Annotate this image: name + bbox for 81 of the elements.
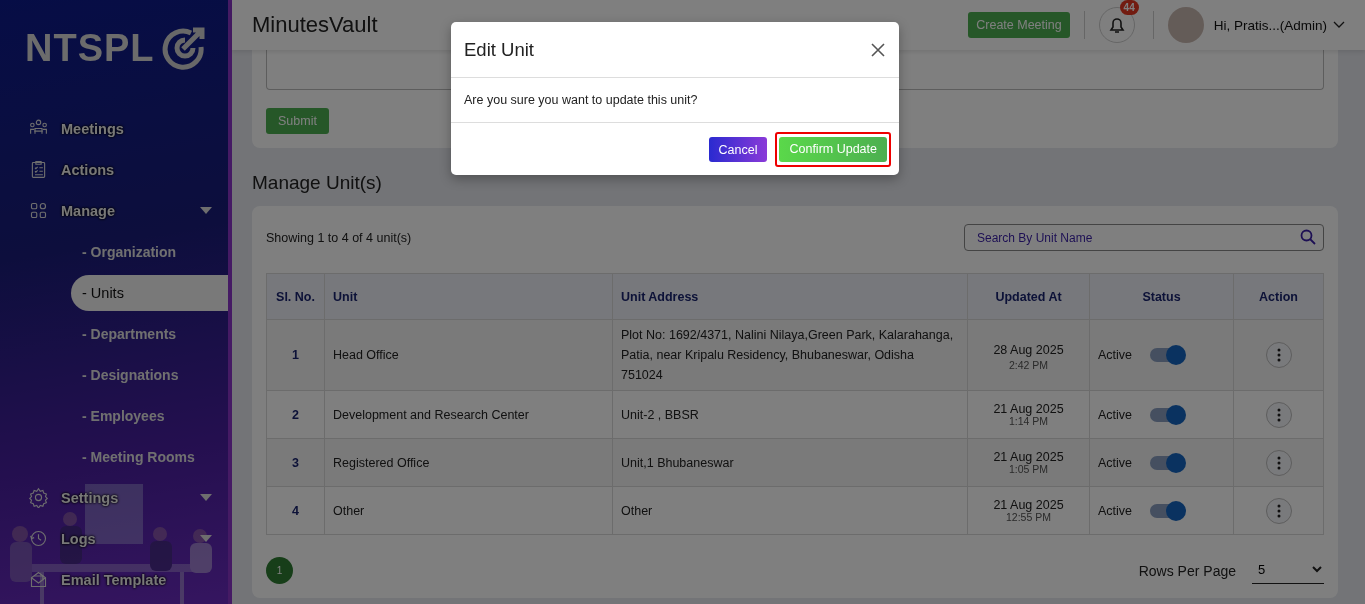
grid-icon [28,200,49,221]
status-toggle[interactable] [1150,348,1185,362]
table-cell: Plot No: 1692/4371, Nalini Nilaya,Green Park, Kalarahanga, Patia, near Kripalu Residency, Bhubaneswar, Odisha 751024 [612,319,968,391]
sidebar-item[interactable]: Email Template [0,559,228,600]
time-text: 1:14 PM [1007,416,1050,427]
table-cell: Unit,1 Bhubaneswar [612,438,968,487]
target-arrow-logo-icon [160,25,207,71]
rows-per-page-select[interactable]: 5 [1252,557,1324,584]
more-vertical-icon [1276,348,1281,362]
submit-button[interactable]: Submit [266,108,329,134]
sidebar-subitem[interactable]: - Organization [0,231,228,272]
date-text: 21 Aug 2025 [992,498,1065,512]
more-vertical-icon [1276,407,1281,422]
sidebar-item[interactable]: Actions [0,149,228,190]
search-field[interactable]: Search By Unit Name [964,224,1324,251]
envelope-icon [28,569,49,590]
more-actions-button[interactable] [1265,449,1292,476]
column-header: Status [1089,273,1234,320]
sidebar-subitem[interactable]: - Employees [0,395,228,436]
table-cell: 4 [266,486,325,535]
more-vertical-icon [1276,455,1281,470]
gear-icon [28,487,49,508]
table-cell: 2 [266,390,325,439]
page-button[interactable]: 1 [266,557,293,584]
date-text: 21 Aug 2025 [992,450,1065,464]
status-toggle[interactable] [1150,455,1185,470]
more-vertical-icon [1276,503,1281,518]
chevron-down-icon [1333,21,1345,29]
table-cell: Other [324,486,613,535]
section-title: Manage Unit(s) [252,172,383,194]
column-header: Unit [324,273,613,320]
column-header: Action [1233,273,1324,320]
search-icon [1300,229,1316,245]
sidebar-subitem[interactable]: - Units [71,275,228,311]
date-text: 28 Aug 2025 [992,341,1065,359]
cancel-button[interactable]: Cancel [708,136,768,162]
table-cell: Registered Office [324,438,613,487]
status-text: Active [1098,347,1133,364]
table-cell: 3 [266,438,325,487]
clock-icon [28,528,49,549]
status-toggle[interactable] [1150,407,1185,422]
user-menu[interactable]: Hi, Pratis...(Admin) [1213,17,1345,33]
sidebar-item[interactable]: Settings [0,477,228,518]
avatar [1167,7,1204,43]
notification-count-badge: 44 [1119,0,1139,15]
status-toggle[interactable] [1150,503,1185,518]
chevron-down-icon [1312,565,1322,573]
sidebar-item[interactable]: Logs [0,518,228,559]
close-button[interactable] [870,41,886,58]
status-text: Active [1098,455,1133,470]
status-text: Active [1098,503,1133,518]
sidebar-item[interactable]: Manage [0,190,228,231]
time-text: 1:05 PM [1007,464,1050,475]
results-summary: Showing 1 to 4 of 4 unit(s) [266,230,412,245]
status-text: Active [1098,407,1133,422]
sidebar-subitem[interactable]: - Meeting Rooms [0,436,228,477]
close-icon [870,41,886,58]
table-cell: 1 [266,319,325,391]
confirm-button[interactable]: Confirm Update [775,131,891,167]
column-header: Updated At [967,273,1090,320]
dialog-message: Are you sure you want to update this unit? [451,78,899,123]
column-header: Sl. No. [266,273,325,320]
table-cell: Other [612,486,968,535]
app-title: MinutesVault [252,12,379,38]
table-cell: Development and Research Center [324,390,613,439]
more-actions-button[interactable] [1265,342,1292,368]
more-actions-button[interactable] [1265,401,1292,428]
table-cell: Unit-2 , BBSR [612,390,968,439]
rows-per-page-label: Rows Per Page [1138,562,1236,579]
create-meeting-button[interactable]: Create Meeting [968,12,1070,38]
dialog-title: Edit Unit [464,38,534,61]
column-header: Unit Address [612,273,968,320]
sidebar-subitem[interactable]: - Departments [0,313,228,354]
sidebar-item[interactable]: Meetings [0,108,228,149]
time-text: 12:55 PM [1005,512,1052,523]
date-text: 21 Aug 2025 [992,402,1065,416]
time-text: 2:42 PM [1007,359,1050,371]
logo-text: NTSPL [25,26,155,70]
table-cell: Head Office [324,319,613,391]
more-actions-button[interactable] [1265,497,1292,524]
sidebar-subitem[interactable]: - Designations [0,354,228,395]
